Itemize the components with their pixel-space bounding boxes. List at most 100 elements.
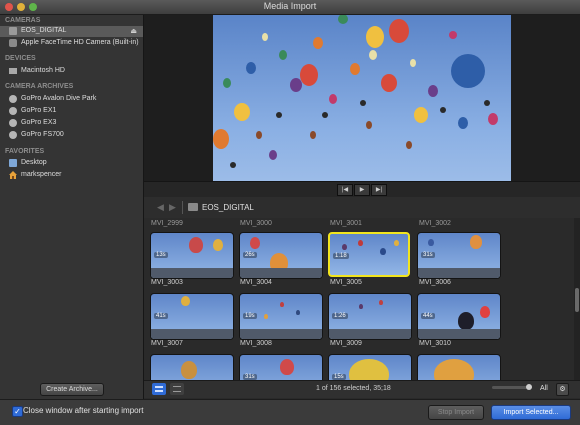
archive-icon <box>9 119 17 127</box>
balloon-shape <box>189 237 203 253</box>
play-button[interactable]: ▶ <box>354 184 370 196</box>
section-header-cameras: CAMERAS <box>5 17 41 24</box>
sidebar-item-label: Apple FaceTime HD Camera (Built-in) <box>21 39 139 46</box>
zoom-slider-knob[interactable] <box>526 384 532 390</box>
sidebar-item-label: GoPro Avalon Dive Park <box>21 95 97 102</box>
balloon-shape <box>380 248 386 255</box>
preview-video-frame <box>213 15 511 181</box>
clip-thumbnail[interactable]: 31s <box>239 354 323 380</box>
clip-name: MVI_3010 <box>419 340 451 347</box>
sidebar-item-gopro-avalon[interactable]: GoPro Avalon Dive Park <box>0 94 143 105</box>
window-title: Media Import <box>263 1 317 11</box>
balloon-shape <box>434 359 474 380</box>
clip-thumbnail[interactable]: 19s <box>239 293 323 340</box>
sidebar-item-label: GoPro EX3 <box>21 119 57 126</box>
import-selected-button[interactable]: Import Selected... <box>491 405 571 420</box>
close-window-checkbox[interactable]: ✓ <box>12 406 23 417</box>
balloon-shape <box>181 361 197 379</box>
balloon-shape <box>379 300 383 305</box>
clip-thumbnail-selected[interactable]: 1:18 <box>328 232 410 277</box>
selection-status: 1 of 156 selected, 35;18 <box>316 385 391 392</box>
clip-thumbnail[interactable] <box>150 354 234 380</box>
balloon-shape <box>213 239 223 251</box>
sidebar-item-label: GoPro FS700 <box>21 131 64 138</box>
create-archive-button[interactable]: Create Archive... <box>40 383 104 396</box>
archive-icon <box>9 131 17 139</box>
transport-controls: |◀ ▶ ▶| <box>144 181 580 198</box>
sidebar-item-label: markspencer <box>21 171 62 178</box>
clip-thumbnail[interactable]: 15s <box>328 354 412 380</box>
scroll-thumb[interactable] <box>575 288 579 312</box>
title-bar: Media Import <box>0 0 580 15</box>
checkmark-icon: ✓ <box>14 407 21 416</box>
home-icon <box>9 171 17 179</box>
clip-name: MVI_3006 <box>419 279 451 286</box>
balloon-shape <box>394 240 399 246</box>
clip-name: MVI_3001 <box>330 220 362 227</box>
clip-browser: MVI_2999 MVI_3000 MVI_3001 MVI_3002 13s … <box>144 218 574 380</box>
clip-thumbnail[interactable]: 44s <box>417 293 501 340</box>
hot-air-balloons-image <box>213 15 498 168</box>
sidebar-item-label: Macintosh HD <box>21 67 65 74</box>
clip-thumbnail[interactable]: 41s <box>150 293 234 340</box>
sidebar-item-eos-digital[interactable]: EOS_DIGITAL ⏏ <box>0 26 143 37</box>
ground <box>418 268 500 278</box>
eject-icon[interactable]: ⏏ <box>130 27 137 35</box>
sidebar-item-macintosh-hd[interactable]: Macintosh HD <box>0 66 143 77</box>
balloon-shape <box>181 296 190 306</box>
sidebar-item-facetime-camera[interactable]: Apple FaceTime HD Camera (Built-in) <box>0 38 143 49</box>
sidebar-item-gopro-ex3[interactable]: GoPro EX3 <box>0 118 143 129</box>
duration-badge: 44s <box>421 313 435 319</box>
clip-name: MVI_3003 <box>151 279 183 286</box>
ground <box>329 329 411 339</box>
clip-name: MVI_3005 <box>330 279 362 286</box>
filmstrip-view-button[interactable] <box>152 383 166 395</box>
clip-thumbnail[interactable]: 13s <box>150 232 234 279</box>
section-header-favorites: FAVORITES <box>5 148 45 155</box>
filter-label: All <box>540 385 548 392</box>
previous-frame-button[interactable]: |◀ <box>337 184 353 196</box>
sidebar-item-desktop[interactable]: Desktop <box>0 158 143 169</box>
balloon-shape <box>480 306 490 318</box>
duration-badge: 31s <box>421 252 435 258</box>
sidebar-item-label: EOS_DIGITAL <box>21 27 67 34</box>
duration-badge: 41s <box>154 313 168 319</box>
balloon-shape <box>296 310 300 315</box>
browser-status-bar: 1 of 156 selected, 35;18 All ⚙ <box>144 380 580 398</box>
balloon-shape <box>470 235 482 249</box>
divider <box>182 201 183 214</box>
sidebar-item-gopro-fs700[interactable]: GoPro FS700 <box>0 130 143 141</box>
panda-balloon-shape <box>458 312 474 330</box>
ground <box>240 268 322 278</box>
skip-back-icon: |◀ <box>341 187 349 193</box>
sidebar-item-label: Desktop <box>21 159 47 166</box>
clip-thumbnail[interactable]: 31s <box>417 232 501 279</box>
clip-thumbnail[interactable] <box>417 354 501 380</box>
zoom-slider[interactable] <box>492 384 532 390</box>
clip-thumbnail[interactable]: 26s <box>239 232 323 279</box>
sidebar-item-label: GoPro EX1 <box>21 107 57 114</box>
clip-name: MVI_3004 <box>240 279 272 286</box>
list-view-button[interactable] <box>170 383 184 395</box>
desktop-folder-icon <box>9 159 17 167</box>
archive-icon <box>9 95 17 103</box>
forward-arrow-icon[interactable]: ▶ <box>169 202 176 213</box>
ground <box>240 329 322 339</box>
duration-badge: 13s <box>154 252 168 258</box>
duration-badge: 1:26 <box>332 313 348 319</box>
section-header-camera-archives: CAMERA ARCHIVES <box>5 83 74 90</box>
sidebar-item-gopro-ex1[interactable]: GoPro EX1 <box>0 106 143 117</box>
sidebar-item-markspencer[interactable]: markspencer <box>0 170 143 181</box>
list-icon <box>173 386 181 392</box>
clip-thumbnail[interactable]: 1:26 <box>328 293 412 340</box>
stop-import-button[interactable]: Stop Import <box>428 405 484 420</box>
balloon-shape <box>280 359 294 375</box>
duration-badge: 1:18 <box>333 253 349 259</box>
clip-settings-button[interactable]: ⚙ <box>556 383 569 396</box>
duration-badge: 19s <box>243 313 257 319</box>
balloon-shape <box>428 239 434 246</box>
vertical-scrollbar[interactable] <box>574 218 580 380</box>
next-frame-button[interactable]: ▶| <box>371 184 387 196</box>
back-arrow-icon[interactable]: ◀ <box>157 202 164 213</box>
current-location-label: EOS_DIGITAL <box>202 203 254 212</box>
